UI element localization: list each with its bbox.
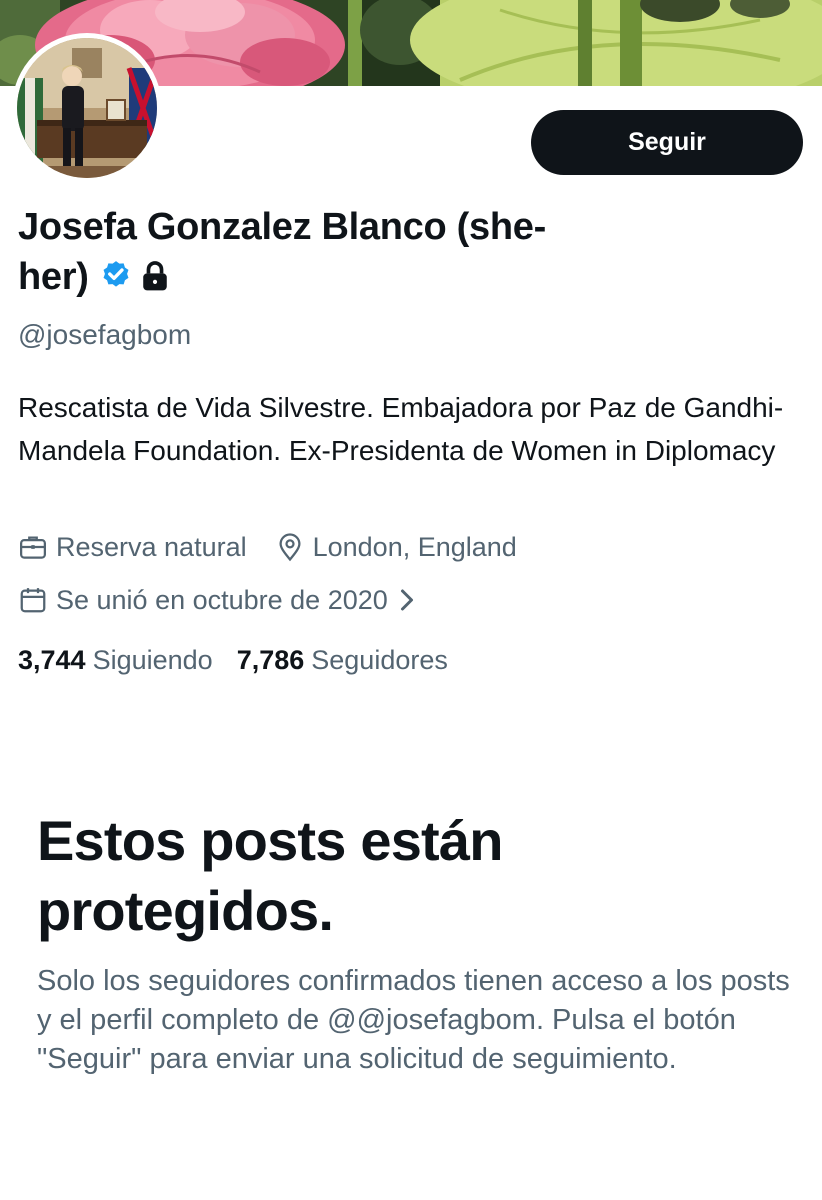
profession-item: Reserva natural	[18, 527, 247, 567]
protected-posts-title: Estos posts están protegidos.	[37, 809, 503, 942]
protected-posts-description: Solo los seguidores confirmados tienen a…	[37, 965, 790, 1075]
profession-label: Reserva natural	[56, 532, 247, 562]
avatar-photo	[17, 38, 157, 178]
profile-name: Josefa Gonzalez Blanco (she-her)	[18, 206, 546, 298]
profile-avatar[interactable]	[12, 33, 162, 183]
profile-bio: Rescatista de Vida Silvestre. Embajadora…	[18, 392, 784, 466]
chevron-right-icon	[400, 589, 413, 611]
profile-name-block: Josefa Gonzalez Blanco (she-her)	[18, 202, 578, 306]
follow-stats: 3,744 Siguiendo 7,786 Seguidores	[18, 640, 448, 680]
followers-count: 7,786	[236, 645, 305, 675]
location-item: London, England	[275, 527, 517, 567]
following-link[interactable]: 3,744 Siguiendo	[18, 640, 213, 680]
profile-meta-row: Reserva natural London, England	[18, 527, 517, 567]
calendar-icon	[20, 588, 46, 613]
joined-date-label: Se unió en octubre de 2020	[56, 585, 388, 615]
followers-label: Seguidores	[311, 645, 448, 675]
profile-handle: @josefagbom	[18, 319, 192, 350]
joined-date-row[interactable]: Se unió en octubre de 2020	[18, 580, 424, 620]
following-count: 3,744	[18, 645, 86, 675]
followers-link[interactable]: 7,786 Seguidores	[237, 640, 448, 680]
location-label: London, England	[312, 532, 517, 562]
lock-icon	[139, 256, 171, 306]
location-pin-icon	[279, 533, 301, 562]
verified-badge-icon[interactable]	[99, 256, 133, 306]
follow-button[interactable]: Seguir	[531, 110, 803, 175]
following-label: Siguiendo	[92, 645, 213, 675]
briefcase-icon	[20, 536, 46, 559]
